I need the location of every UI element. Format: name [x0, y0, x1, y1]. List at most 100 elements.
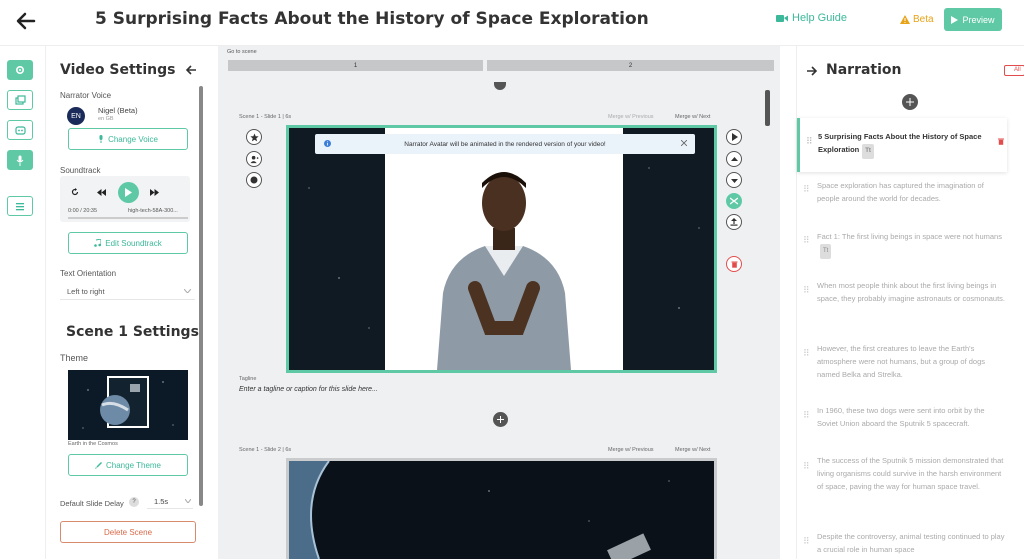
- chevron-down-icon: [185, 499, 191, 503]
- slide-1-frame[interactable]: Narrator Avatar will be animated in the …: [286, 125, 717, 373]
- drag-handle-icon[interactable]: ⠿: [803, 461, 810, 472]
- narration-item-text: Fact 1: The first living beings in space…: [817, 232, 1002, 241]
- narration-item[interactable]: Despite the controversy, animal testing …: [817, 530, 1007, 556]
- comment-button[interactable]: [246, 172, 262, 188]
- change-theme-button[interactable]: Change Theme: [68, 454, 188, 476]
- move-down-button[interactable]: [726, 172, 742, 188]
- favorite-button[interactable]: [246, 129, 262, 145]
- scene-tab-label: 1: [353, 62, 358, 69]
- merge-next-link[interactable]: Merge w/ Next: [675, 114, 710, 120]
- rail-slides-button[interactable]: [7, 90, 33, 110]
- close-icon[interactable]: [681, 140, 687, 146]
- play-slide-button[interactable]: [726, 129, 742, 145]
- rail-voice-button[interactable]: [7, 150, 33, 170]
- merge-previous-link[interactable]: Merge w/ Previous: [608, 114, 654, 120]
- progress-bar[interactable]: [68, 217, 188, 219]
- play-icon: [125, 188, 132, 197]
- drag-handle-icon[interactable]: ⠿: [803, 235, 810, 246]
- theme-thumbnail[interactable]: [68, 370, 188, 440]
- change-voice-button[interactable]: Change Voice: [68, 128, 188, 150]
- add-slide-top-icon[interactable]: [494, 82, 506, 90]
- notice-text: Narrator Avatar will be animated in the …: [404, 140, 606, 148]
- chat-icon: [250, 176, 258, 184]
- play-icon: [731, 133, 738, 141]
- replay-icon[interactable]: [71, 188, 79, 196]
- drag-handle-icon[interactable]: ⠿: [803, 184, 810, 195]
- drag-handle-icon[interactable]: ⠿: [803, 536, 810, 547]
- back-arrow-icon[interactable]: [14, 9, 38, 33]
- slide-delay-select[interactable]: 1.5s: [147, 493, 193, 509]
- time-readout: 0:00 / 20:35: [68, 208, 98, 214]
- brush-icon: [95, 461, 102, 469]
- play-button[interactable]: [118, 182, 139, 203]
- track-name: high-tech-58A-300...: [128, 208, 178, 214]
- scene-tab-2[interactable]: 2: [487, 60, 774, 71]
- tagline-input[interactable]: Enter a tagline or caption for this slid…: [239, 386, 378, 393]
- help-guide-label: Help Guide: [792, 12, 848, 24]
- drag-handle-icon[interactable]: ⠿: [803, 410, 810, 421]
- narration-all-button[interactable]: All: [1004, 65, 1024, 76]
- slide-editor: Go to scene 1 2 Scene 1 - Slide 1 | 6s M…: [218, 46, 780, 559]
- text-style-badge[interactable]: Tt: [820, 244, 832, 259]
- edit-soundtrack-button[interactable]: Edit Soundtrack: [68, 232, 188, 254]
- delete-scene-button[interactable]: Delete Scene: [60, 521, 196, 543]
- rail-text-button[interactable]: [7, 196, 33, 216]
- beta-label: Beta: [913, 14, 934, 25]
- layers-icon: [14, 95, 26, 105]
- text-style-badge[interactable]: Tt: [862, 144, 874, 159]
- list-icon: [16, 202, 24, 210]
- text-orientation-value: Left to right: [67, 287, 105, 296]
- skip-forward-icon[interactable]: [150, 189, 159, 196]
- collapse-arrow-icon[interactable]: [185, 64, 197, 76]
- theme-earth-image: [68, 370, 188, 440]
- upload-button[interactable]: [726, 214, 742, 230]
- go-to-scene-label: Go to scene: [227, 49, 257, 55]
- scene-tab-1[interactable]: 1: [228, 60, 483, 71]
- drag-handle-icon[interactable]: ⠿: [803, 348, 810, 359]
- delete-slide-button[interactable]: [726, 256, 742, 272]
- slide-delay-label: Default Slide Delay: [60, 499, 124, 508]
- preview-button[interactable]: Preview: [944, 8, 1002, 31]
- narration-item-active[interactable]: ⠿ 5 Surprising Facts About the History o…: [797, 118, 1007, 172]
- merge-previous-link[interactable]: Merge w/ Previous: [608, 447, 654, 453]
- narration-item[interactable]: In 1960, these two dogs were sent into o…: [817, 404, 1007, 430]
- theme-name: Earth in the Cosmos: [68, 441, 118, 447]
- soundtrack-label: Soundtrack: [60, 166, 101, 175]
- info-icon: [324, 140, 331, 147]
- narration-item[interactable]: Fact 1: The first living beings in space…: [817, 230, 1007, 259]
- plus-icon: [497, 416, 504, 423]
- chevron-down-icon: [730, 178, 738, 183]
- text-orientation-select[interactable]: Left to right: [60, 282, 195, 300]
- narrator-voice-label: Narrator Voice: [60, 91, 112, 100]
- help-icon[interactable]: ?: [129, 497, 139, 507]
- slide-2-frame[interactable]: [286, 458, 717, 559]
- narration-item[interactable]: The success of the Sputnik 5 mission dem…: [817, 454, 1007, 493]
- settings-scrollbar[interactable]: [199, 86, 203, 506]
- star-icon: [249, 132, 259, 141]
- trash-icon[interactable]: [998, 138, 1004, 145]
- move-up-button[interactable]: [726, 151, 742, 167]
- change-voice-label: Change Voice: [108, 134, 158, 144]
- drag-handle-icon[interactable]: ⠿: [806, 136, 813, 147]
- shuffle-button[interactable]: [726, 193, 742, 209]
- merge-next-link[interactable]: Merge w/ Next: [675, 447, 710, 453]
- gear-icon: [15, 65, 25, 75]
- narration-item[interactable]: Space exploration has captured the imagi…: [817, 179, 1007, 205]
- rail-avatar-button[interactable]: [7, 120, 33, 140]
- editor-scrollbar[interactable]: [765, 90, 770, 126]
- beta-badge: Beta: [900, 14, 934, 25]
- skip-back-icon[interactable]: [97, 189, 106, 196]
- help-guide-link[interactable]: Help Guide: [776, 12, 847, 24]
- expand-arrow-icon[interactable]: [806, 65, 818, 77]
- microphone-icon: [16, 155, 24, 166]
- add-slide-button[interactable]: [493, 412, 508, 427]
- slide-1-canvas: Narrator Avatar will be animated in the …: [289, 128, 714, 370]
- music-note-icon: [94, 239, 102, 247]
- narration-item[interactable]: However, the first creatures to leave th…: [817, 342, 1007, 381]
- help-glyph: ?: [132, 499, 136, 505]
- add-narration-button[interactable]: [902, 94, 918, 110]
- rail-settings-button[interactable]: [7, 60, 33, 80]
- narration-item[interactable]: When most people think about the first l…: [817, 279, 1007, 305]
- drag-handle-icon[interactable]: ⠿: [803, 285, 810, 296]
- add-avatar-button[interactable]: [246, 151, 262, 167]
